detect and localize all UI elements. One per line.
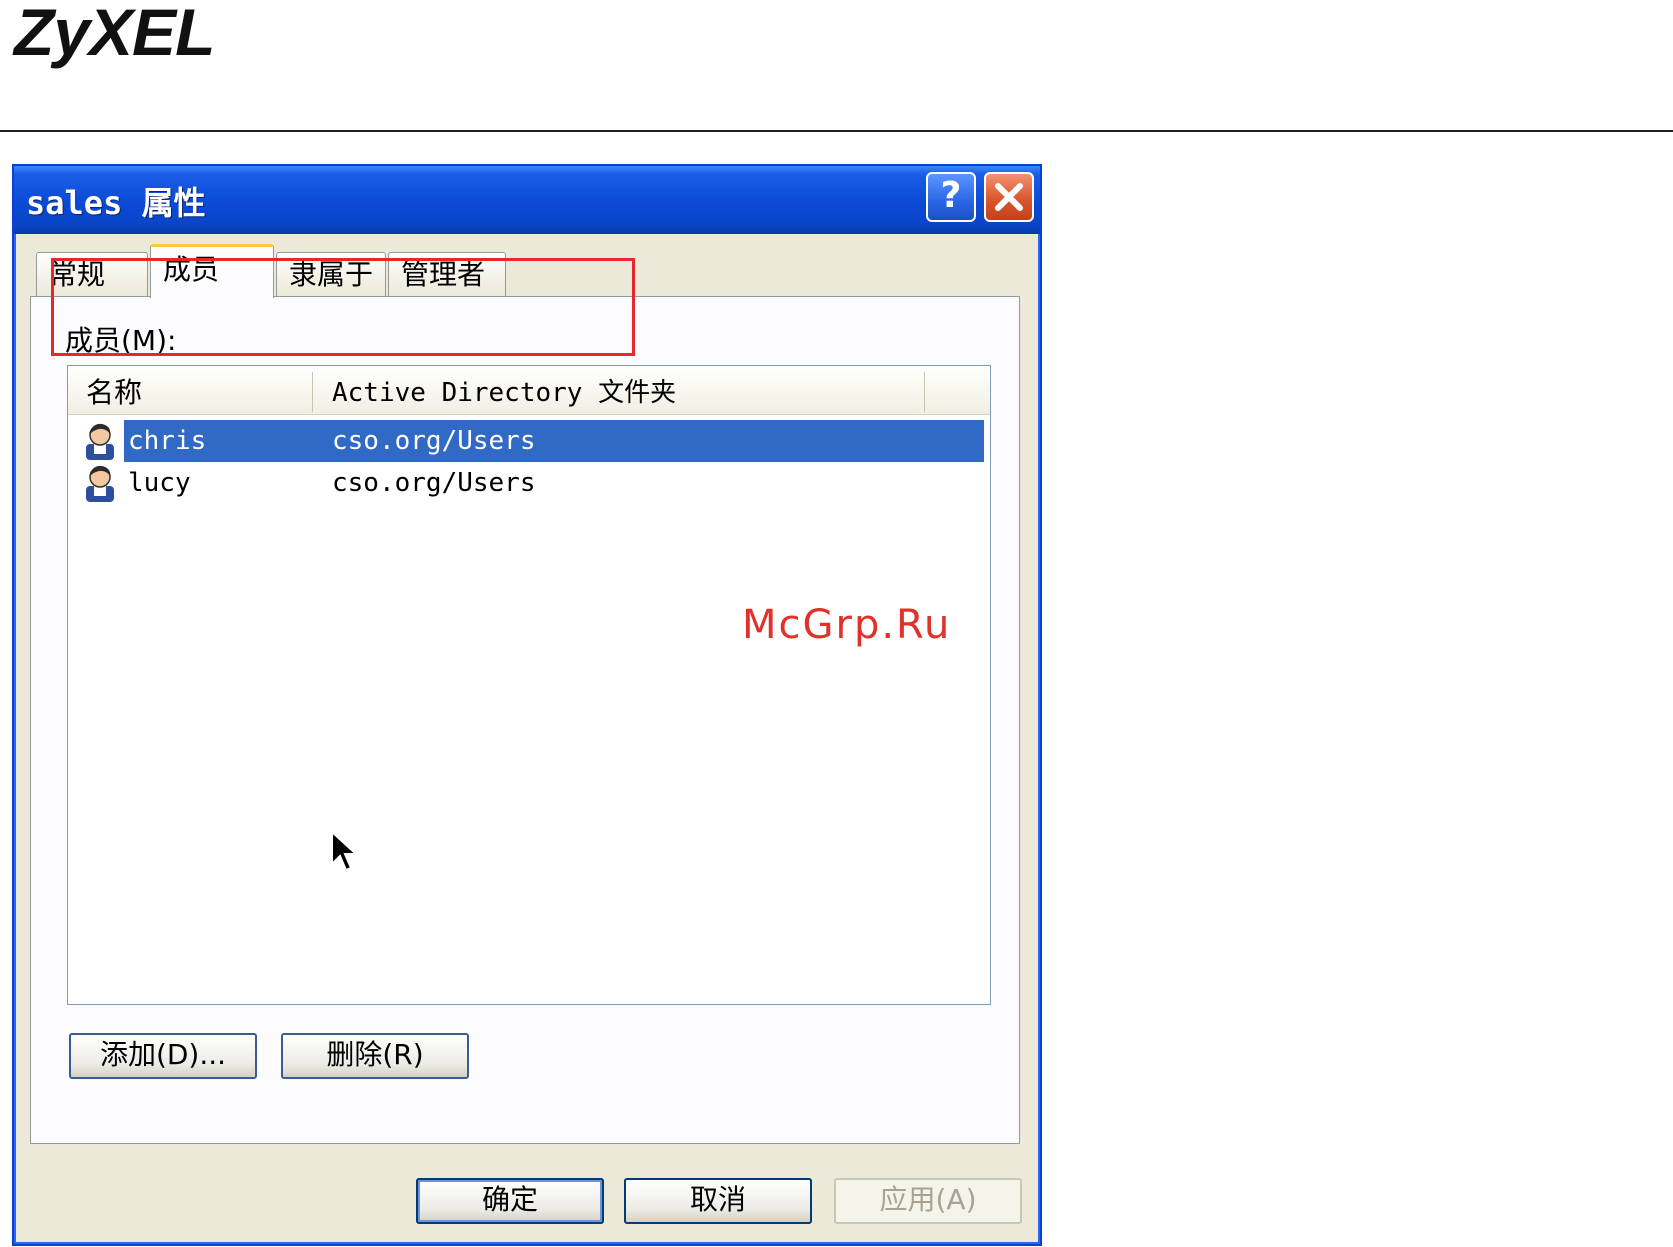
title-bar[interactable]: sales 属性 ? — [14, 166, 1040, 234]
cancel-button[interactable]: 取消 — [624, 1178, 812, 1224]
close-icon — [995, 183, 1023, 211]
column-divider[interactable] — [312, 372, 313, 412]
tab-managed-by[interactable]: 管理者 — [388, 252, 506, 296]
tab-member-of[interactable]: 隶属于 — [276, 252, 386, 296]
properties-dialog: sales 属性 ? 常规 成员 隶属于 管理者 成员(M): 名称 Activ… — [12, 164, 1042, 1246]
dialog-title: sales 属性 — [26, 184, 206, 222]
column-divider[interactable] — [924, 372, 925, 412]
mouse-cursor-icon — [331, 830, 359, 872]
user-icon — [86, 423, 114, 460]
list-header: 名称 Active Directory 文件夹 — [68, 366, 990, 415]
tab-members[interactable]: 成员 — [150, 244, 274, 298]
members-list[interactable]: 名称 Active Directory 文件夹 chris cso.org/Us… — [67, 365, 991, 1005]
member-folder: cso.org/Users — [332, 468, 536, 498]
ok-button[interactable]: 确定 — [416, 1178, 604, 1224]
header-rule — [0, 130, 1673, 132]
add-button[interactable]: 添加(D)... — [69, 1033, 257, 1079]
list-item[interactable]: chris cso.org/Users — [68, 420, 990, 462]
tab-general[interactable]: 常规 — [36, 252, 148, 296]
column-header-folder[interactable]: Active Directory 文件夹 — [332, 366, 676, 414]
column-header-name[interactable]: 名称 — [86, 366, 316, 414]
user-icon — [86, 465, 114, 502]
members-label: 成员(M): — [65, 324, 177, 357]
remove-button[interactable]: 删除(R) — [281, 1033, 469, 1079]
members-tab-panel: 成员(M): 名称 Active Directory 文件夹 chris cso… — [30, 296, 1020, 1144]
zyxel-logo: ZyXEL — [14, 0, 215, 69]
member-name: lucy — [128, 468, 191, 498]
help-button[interactable]: ? — [926, 172, 976, 222]
apply-button[interactable]: 应用(A) — [834, 1178, 1022, 1224]
watermark-text: McGrp.Ru — [742, 602, 952, 648]
selection-highlight — [124, 420, 984, 462]
member-folder: cso.org/Users — [332, 426, 536, 456]
list-item[interactable]: lucy cso.org/Users — [68, 462, 990, 504]
close-button[interactable] — [984, 172, 1034, 222]
member-name: chris — [128, 426, 207, 456]
